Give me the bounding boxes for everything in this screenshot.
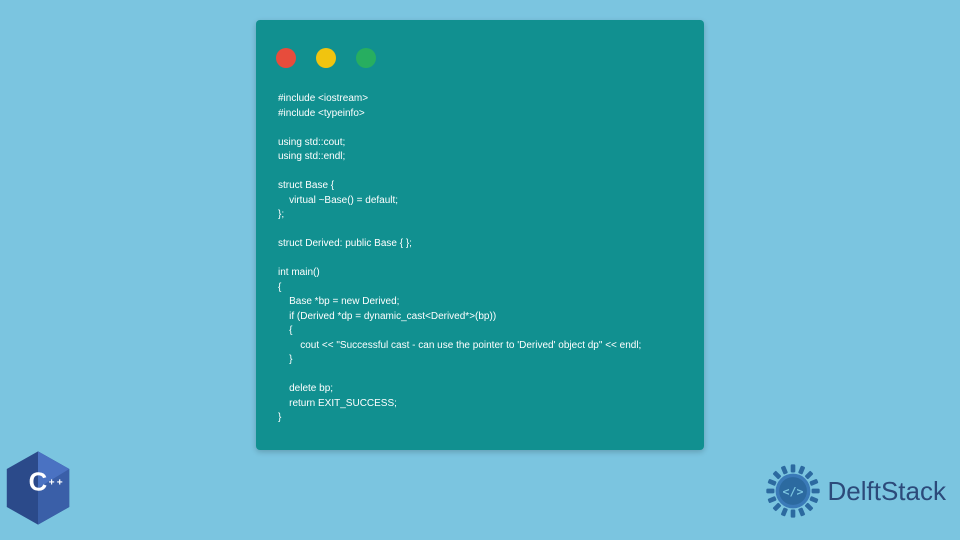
svg-text:C: C	[29, 469, 48, 497]
minimize-icon	[316, 48, 336, 68]
close-icon	[276, 48, 296, 68]
code-content: #include <iostream> #include <typeinfo> …	[256, 78, 704, 448]
svg-text:</>: </>	[782, 485, 803, 499]
gear-icon: </>	[764, 462, 822, 520]
cpp-badge-icon: C + +	[4, 450, 72, 526]
delftstack-logo: </> DelftStack	[764, 462, 947, 520]
maximize-icon	[356, 48, 376, 68]
window-traffic-lights	[256, 20, 704, 78]
svg-text:+: +	[49, 477, 55, 488]
code-window: #include <iostream> #include <typeinfo> …	[256, 20, 704, 450]
svg-text:+: +	[57, 477, 63, 488]
brand-name: DelftStack	[828, 476, 947, 507]
